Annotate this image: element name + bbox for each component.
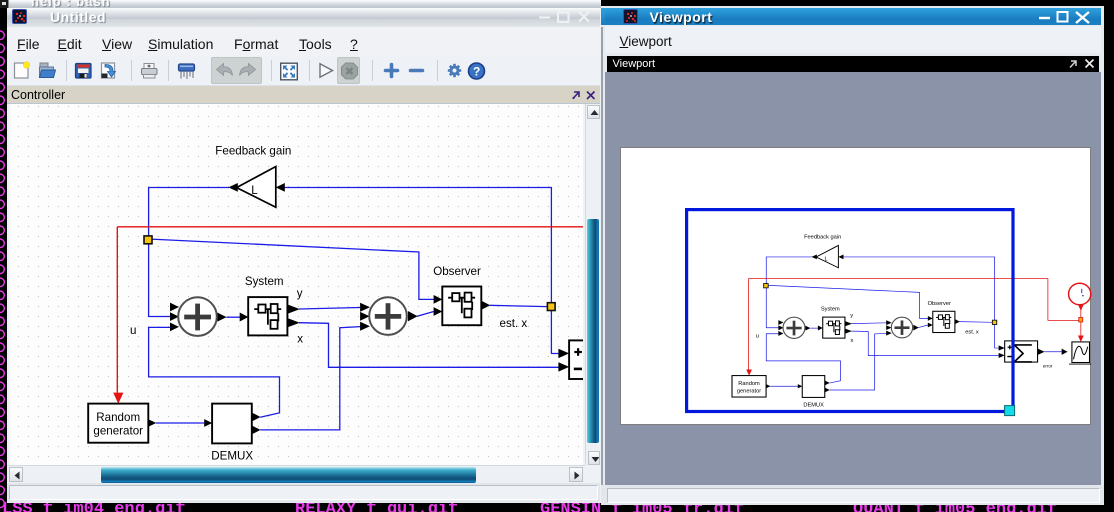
- svg-text:L: L: [251, 184, 258, 197]
- svg-text:Random: Random: [96, 411, 140, 424]
- svg-text:est. x: est. x: [500, 317, 528, 330]
- svg-text:y: y: [297, 287, 303, 300]
- svg-text:u: u: [130, 324, 136, 337]
- svg-text:?: ?: [473, 65, 480, 79]
- svg-text:generator: generator: [93, 425, 143, 438]
- svg-text:DEMUX: DEMUX: [211, 450, 253, 463]
- svg-text:Observer: Observer: [433, 265, 481, 278]
- svg-text:x: x: [297, 333, 303, 346]
- svg-text:Feedback gain: Feedback gain: [215, 144, 291, 157]
- svg-text:System: System: [245, 275, 284, 288]
